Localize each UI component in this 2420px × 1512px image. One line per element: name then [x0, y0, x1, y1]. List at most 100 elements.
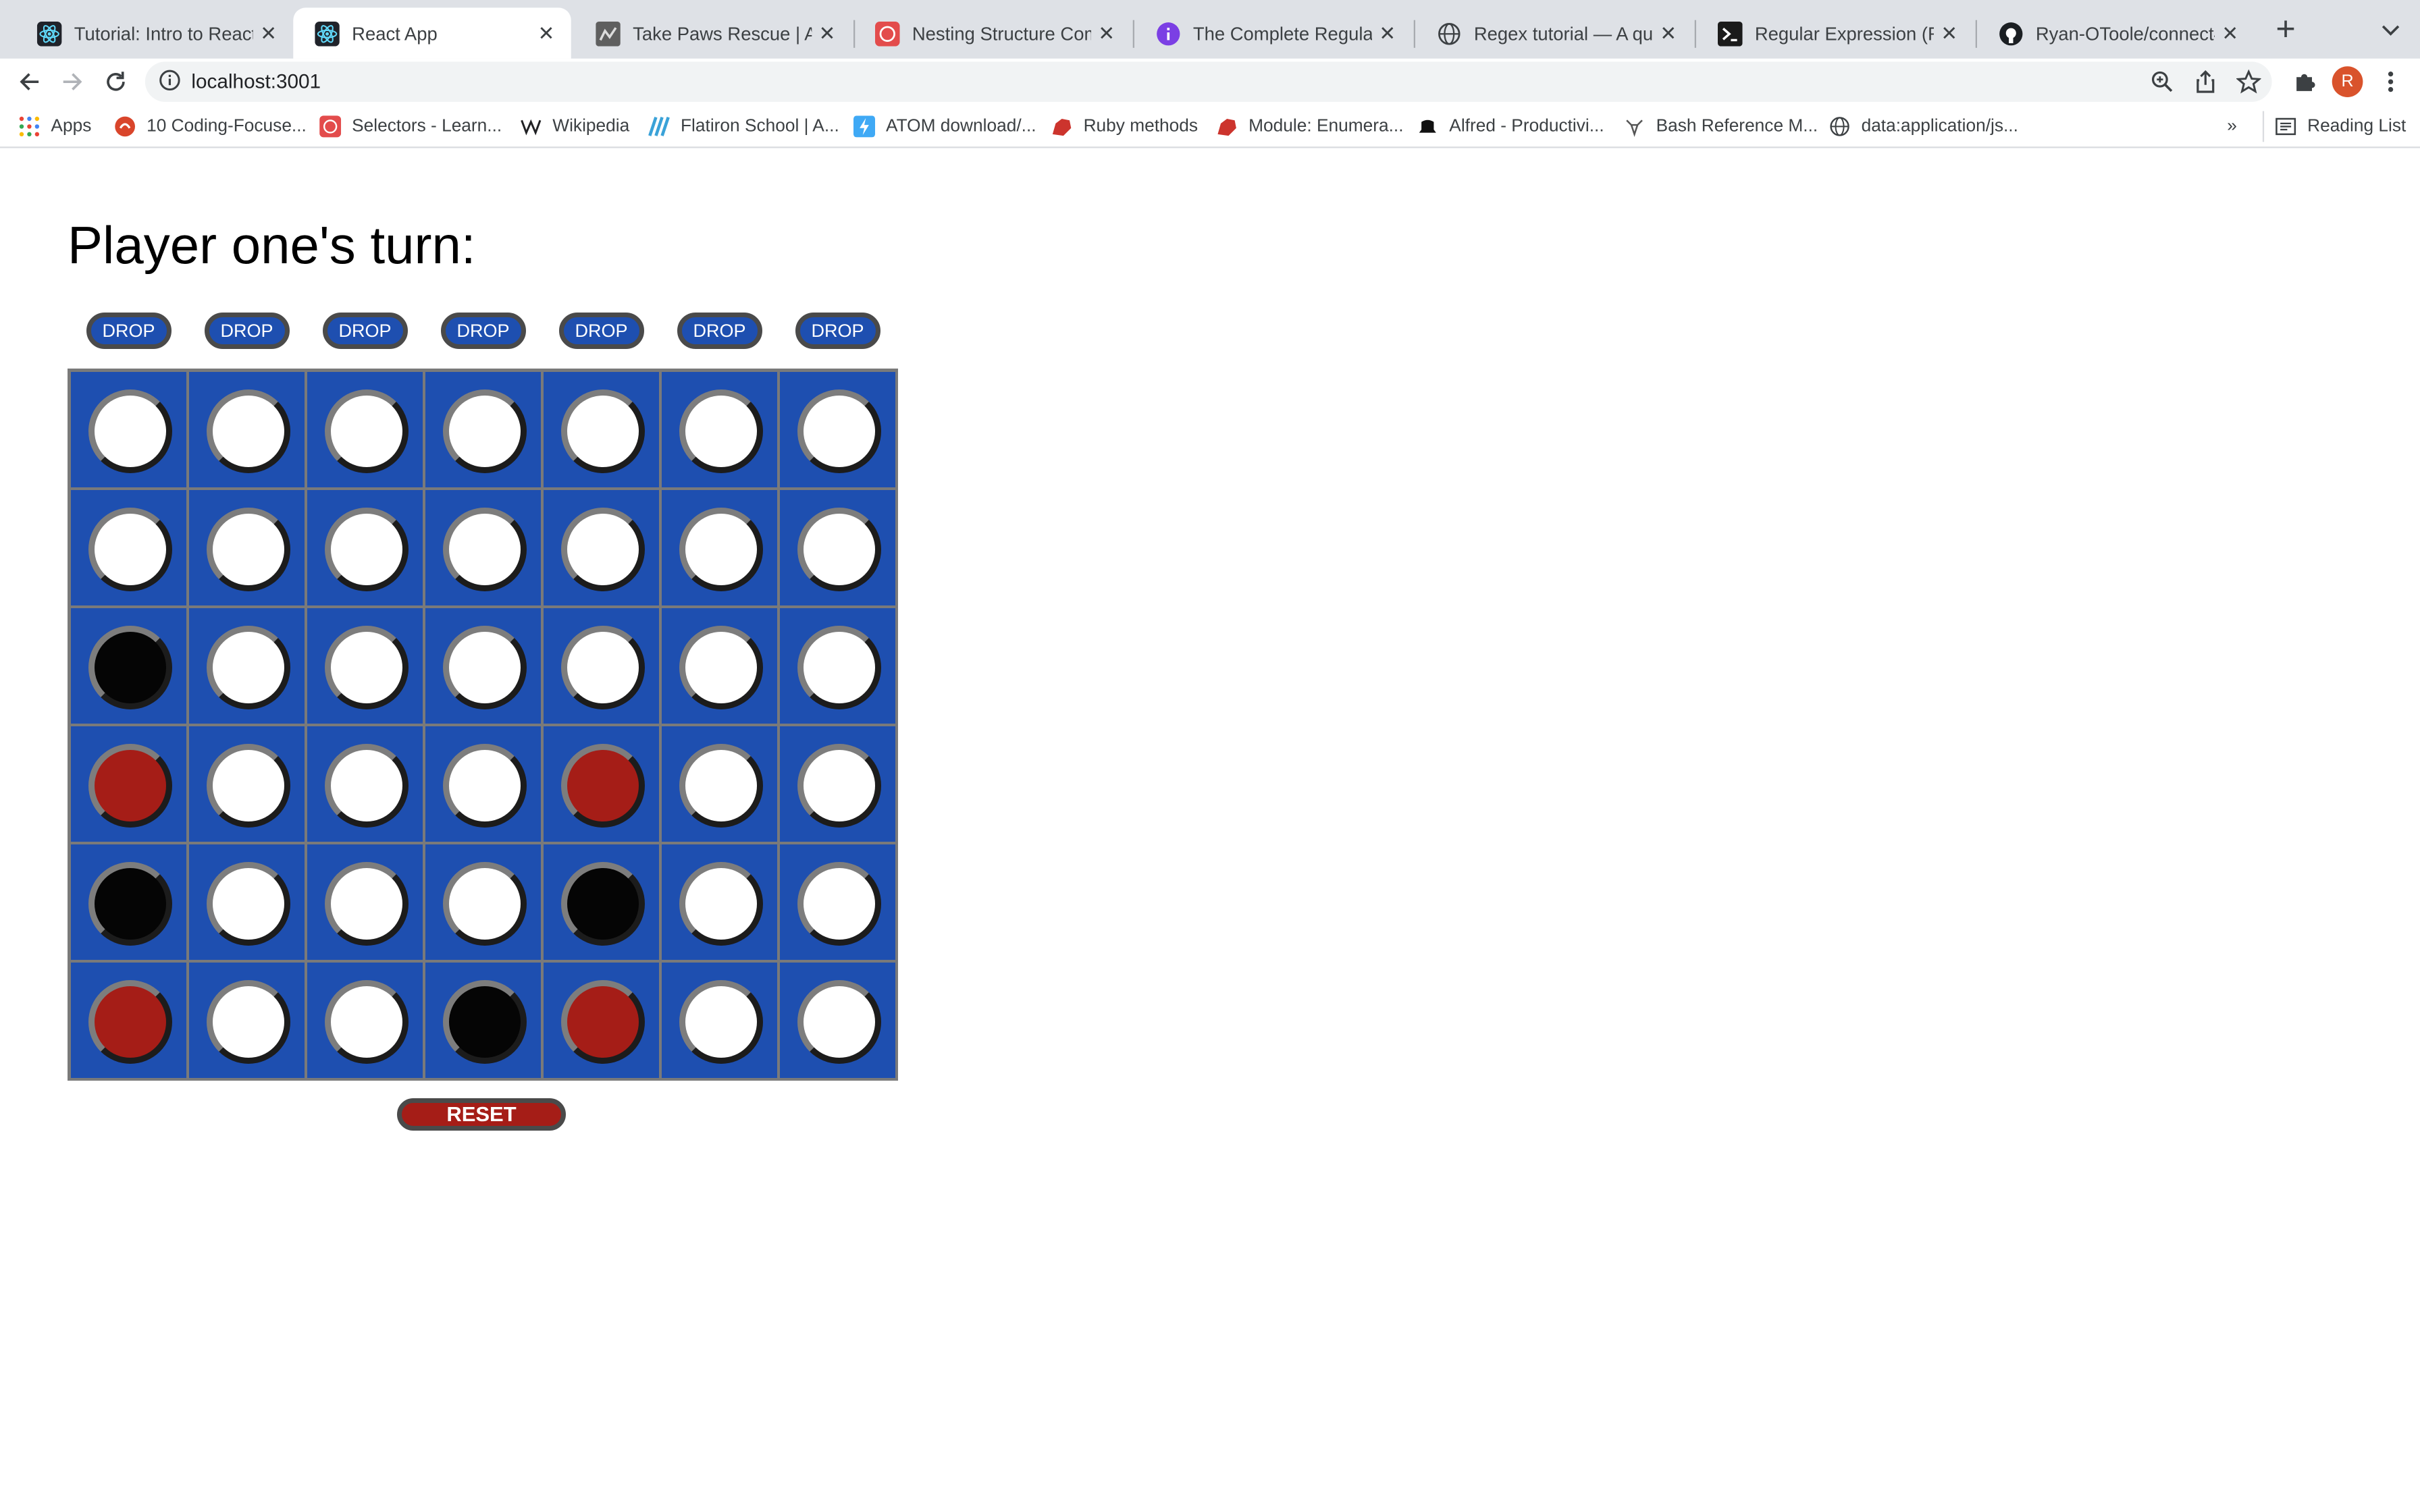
bookmark-item[interactable]: 10 Coding-Focuse...	[114, 114, 307, 139]
bookmark-label: Module: Enumera...	[1248, 117, 1404, 136]
close-icon[interactable]: ✕	[1934, 21, 1965, 46]
flatiron-icon	[648, 115, 670, 137]
empty-slot	[797, 389, 881, 473]
empty-slot	[679, 744, 763, 828]
browser-tab[interactable]: React App ✕	[293, 7, 571, 59]
browser-window: Tutorial: Intro to React – R✕React App✕T…	[0, 0, 2420, 148]
empty-slot	[207, 626, 290, 709]
extensions-puzzle-icon[interactable]	[2287, 65, 2321, 99]
empty-slot	[207, 508, 290, 591]
close-icon[interactable]: ✕	[2215, 21, 2246, 46]
bookmark-item[interactable]: Bash Reference M...	[1624, 114, 1818, 139]
bookmark-label: Ruby methods	[1083, 117, 1199, 136]
board-cell	[306, 607, 424, 725]
black-disc	[561, 862, 645, 946]
bookmarks-overflow-button[interactable]: »	[2227, 114, 2237, 139]
board-cell	[70, 843, 188, 961]
alfred-hat-icon	[1417, 115, 1438, 137]
empty-slot	[561, 389, 645, 473]
tab-title: Take Paws Rescue | Adop	[633, 22, 812, 45]
empty-slot	[88, 508, 172, 591]
reload-icon[interactable]	[99, 65, 132, 99]
ruby-icon	[1051, 115, 1073, 137]
bookmark-item[interactable]: Module: Enumera...	[1216, 114, 1404, 139]
drop-button-col-7[interactable]: DROP	[795, 313, 880, 349]
board-cell	[542, 843, 660, 961]
turn-indicator-heading: Player one's turn:	[68, 215, 476, 275]
empty-slot	[679, 862, 763, 946]
empty-slot	[325, 980, 409, 1064]
zoom-icon[interactable]	[2150, 70, 2175, 94]
drop-button-col-5[interactable]: DROP	[558, 313, 644, 349]
board-cell	[424, 489, 542, 607]
reading-list-icon	[2275, 115, 2296, 137]
red-disc	[561, 744, 645, 828]
close-icon[interactable]: ✕	[812, 21, 843, 46]
bookmark-item[interactable]: Ruby methods	[1051, 114, 1199, 139]
board-cell	[188, 961, 306, 1079]
browser-tab[interactable]: Ryan-OToole/connect4: C✕	[1977, 7, 2255, 58]
terminal-icon	[1718, 20, 1743, 46]
new-tab-button[interactable]: +	[2269, 9, 2303, 49]
bookmark-label: Wikipedia	[552, 117, 630, 136]
board-cell	[188, 371, 306, 489]
close-icon[interactable]: ✕	[531, 21, 562, 46]
close-icon[interactable]: ✕	[1091, 21, 1122, 46]
tab-title: React App	[352, 22, 438, 45]
reading-list-label: Reading List	[2307, 117, 2406, 136]
bookmark-item[interactable]: data:application/js...	[1829, 114, 2018, 139]
atom-icon	[853, 115, 875, 138]
close-icon[interactable]: ✕	[253, 21, 284, 46]
browser-chrome: Tutorial: Intro to React – R✕React App✕T…	[0, 0, 2420, 338]
globe-icon	[1437, 21, 1462, 46]
forward-icon[interactable]	[55, 65, 89, 99]
browser-tab[interactable]: Take Paws Rescue | Adop✕	[574, 7, 851, 58]
menu-kebab-icon[interactable]	[2373, 65, 2407, 99]
tab-strip: Tutorial: Intro to React – R✕React App✕T…	[0, 0, 2420, 59]
board-cell	[542, 607, 660, 725]
bookmark-item[interactable]: Alfred - Productivi...	[1417, 114, 1604, 139]
empty-slot	[88, 389, 172, 473]
tab-title: Tutorial: Intro to React – R	[74, 22, 253, 45]
board-cell	[70, 607, 188, 725]
bookmark-item[interactable]: Flatiron School | A...	[648, 114, 839, 139]
reading-list-button[interactable]: Reading List	[2275, 114, 2406, 139]
drop-button-col-6[interactable]: DROP	[677, 313, 762, 349]
close-icon[interactable]: ✕	[1653, 21, 1684, 46]
empty-slot	[797, 980, 881, 1064]
empty-slot	[207, 744, 290, 828]
drop-button-col-4[interactable]: DROP	[440, 313, 526, 349]
address-bar[interactable]: localhost:3001	[144, 61, 2272, 102]
drop-button-col-1[interactable]: DROP	[86, 313, 172, 349]
profile-avatar[interactable]: R	[2330, 65, 2364, 99]
browser-tab[interactable]: Regular Expression (Rege✕	[1696, 7, 1974, 58]
board-cell	[424, 371, 542, 489]
profile-initial: R	[2332, 66, 2363, 97]
board-cell	[542, 961, 660, 1079]
board-cell	[660, 843, 779, 961]
tab-title: Regex tutorial — A quick	[1473, 22, 1653, 45]
reset-button[interactable]: RESET	[397, 1098, 566, 1131]
site-info-icon[interactable]	[159, 70, 184, 94]
back-icon[interactable]	[12, 65, 46, 99]
bookmark-star-icon[interactable]	[2235, 69, 2262, 94]
board-cell	[306, 489, 424, 607]
browser-tab[interactable]: The Complete Regular Ex✕	[1134, 7, 1412, 58]
gnu-icon	[1624, 115, 1646, 137]
share-icon[interactable]	[2193, 70, 2218, 94]
bookmark-item[interactable]: Apps	[18, 114, 91, 139]
red-disc	[88, 980, 172, 1064]
bookmark-item[interactable]: ATOM download/...	[853, 114, 1036, 139]
tab-search-icon[interactable]	[2377, 12, 2404, 46]
board-cell	[660, 961, 779, 1079]
drop-button-col-3[interactable]: DROP	[322, 313, 408, 349]
empty-slot	[325, 626, 409, 709]
browser-tab[interactable]: Regex tutorial — A quick✕	[1415, 7, 1693, 58]
drop-button-col-2[interactable]: DROP	[204, 313, 290, 349]
browser-tab[interactable]: Nesting Structure Compa✕	[853, 7, 1131, 58]
empty-slot	[797, 862, 881, 946]
browser-tab[interactable]: Tutorial: Intro to React – R✕	[16, 7, 293, 58]
close-icon[interactable]: ✕	[1372, 21, 1403, 46]
bookmark-item[interactable]: Selectors - Learn...	[319, 114, 502, 139]
bookmark-item[interactable]: Wikipedia	[520, 114, 629, 139]
